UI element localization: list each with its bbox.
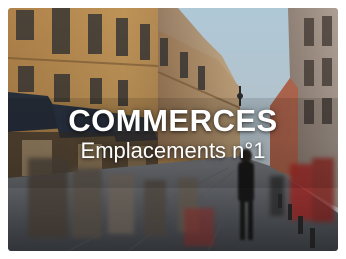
tile-card[interactable]: COMMERCES Emplacements n°1 [0,0,346,259]
tile-subtitle: Emplacements n°1 [80,138,266,163]
tile-caption: COMMERCES Emplacements n°1 [0,102,346,164]
tile-title: COMMERCES [68,103,278,138]
